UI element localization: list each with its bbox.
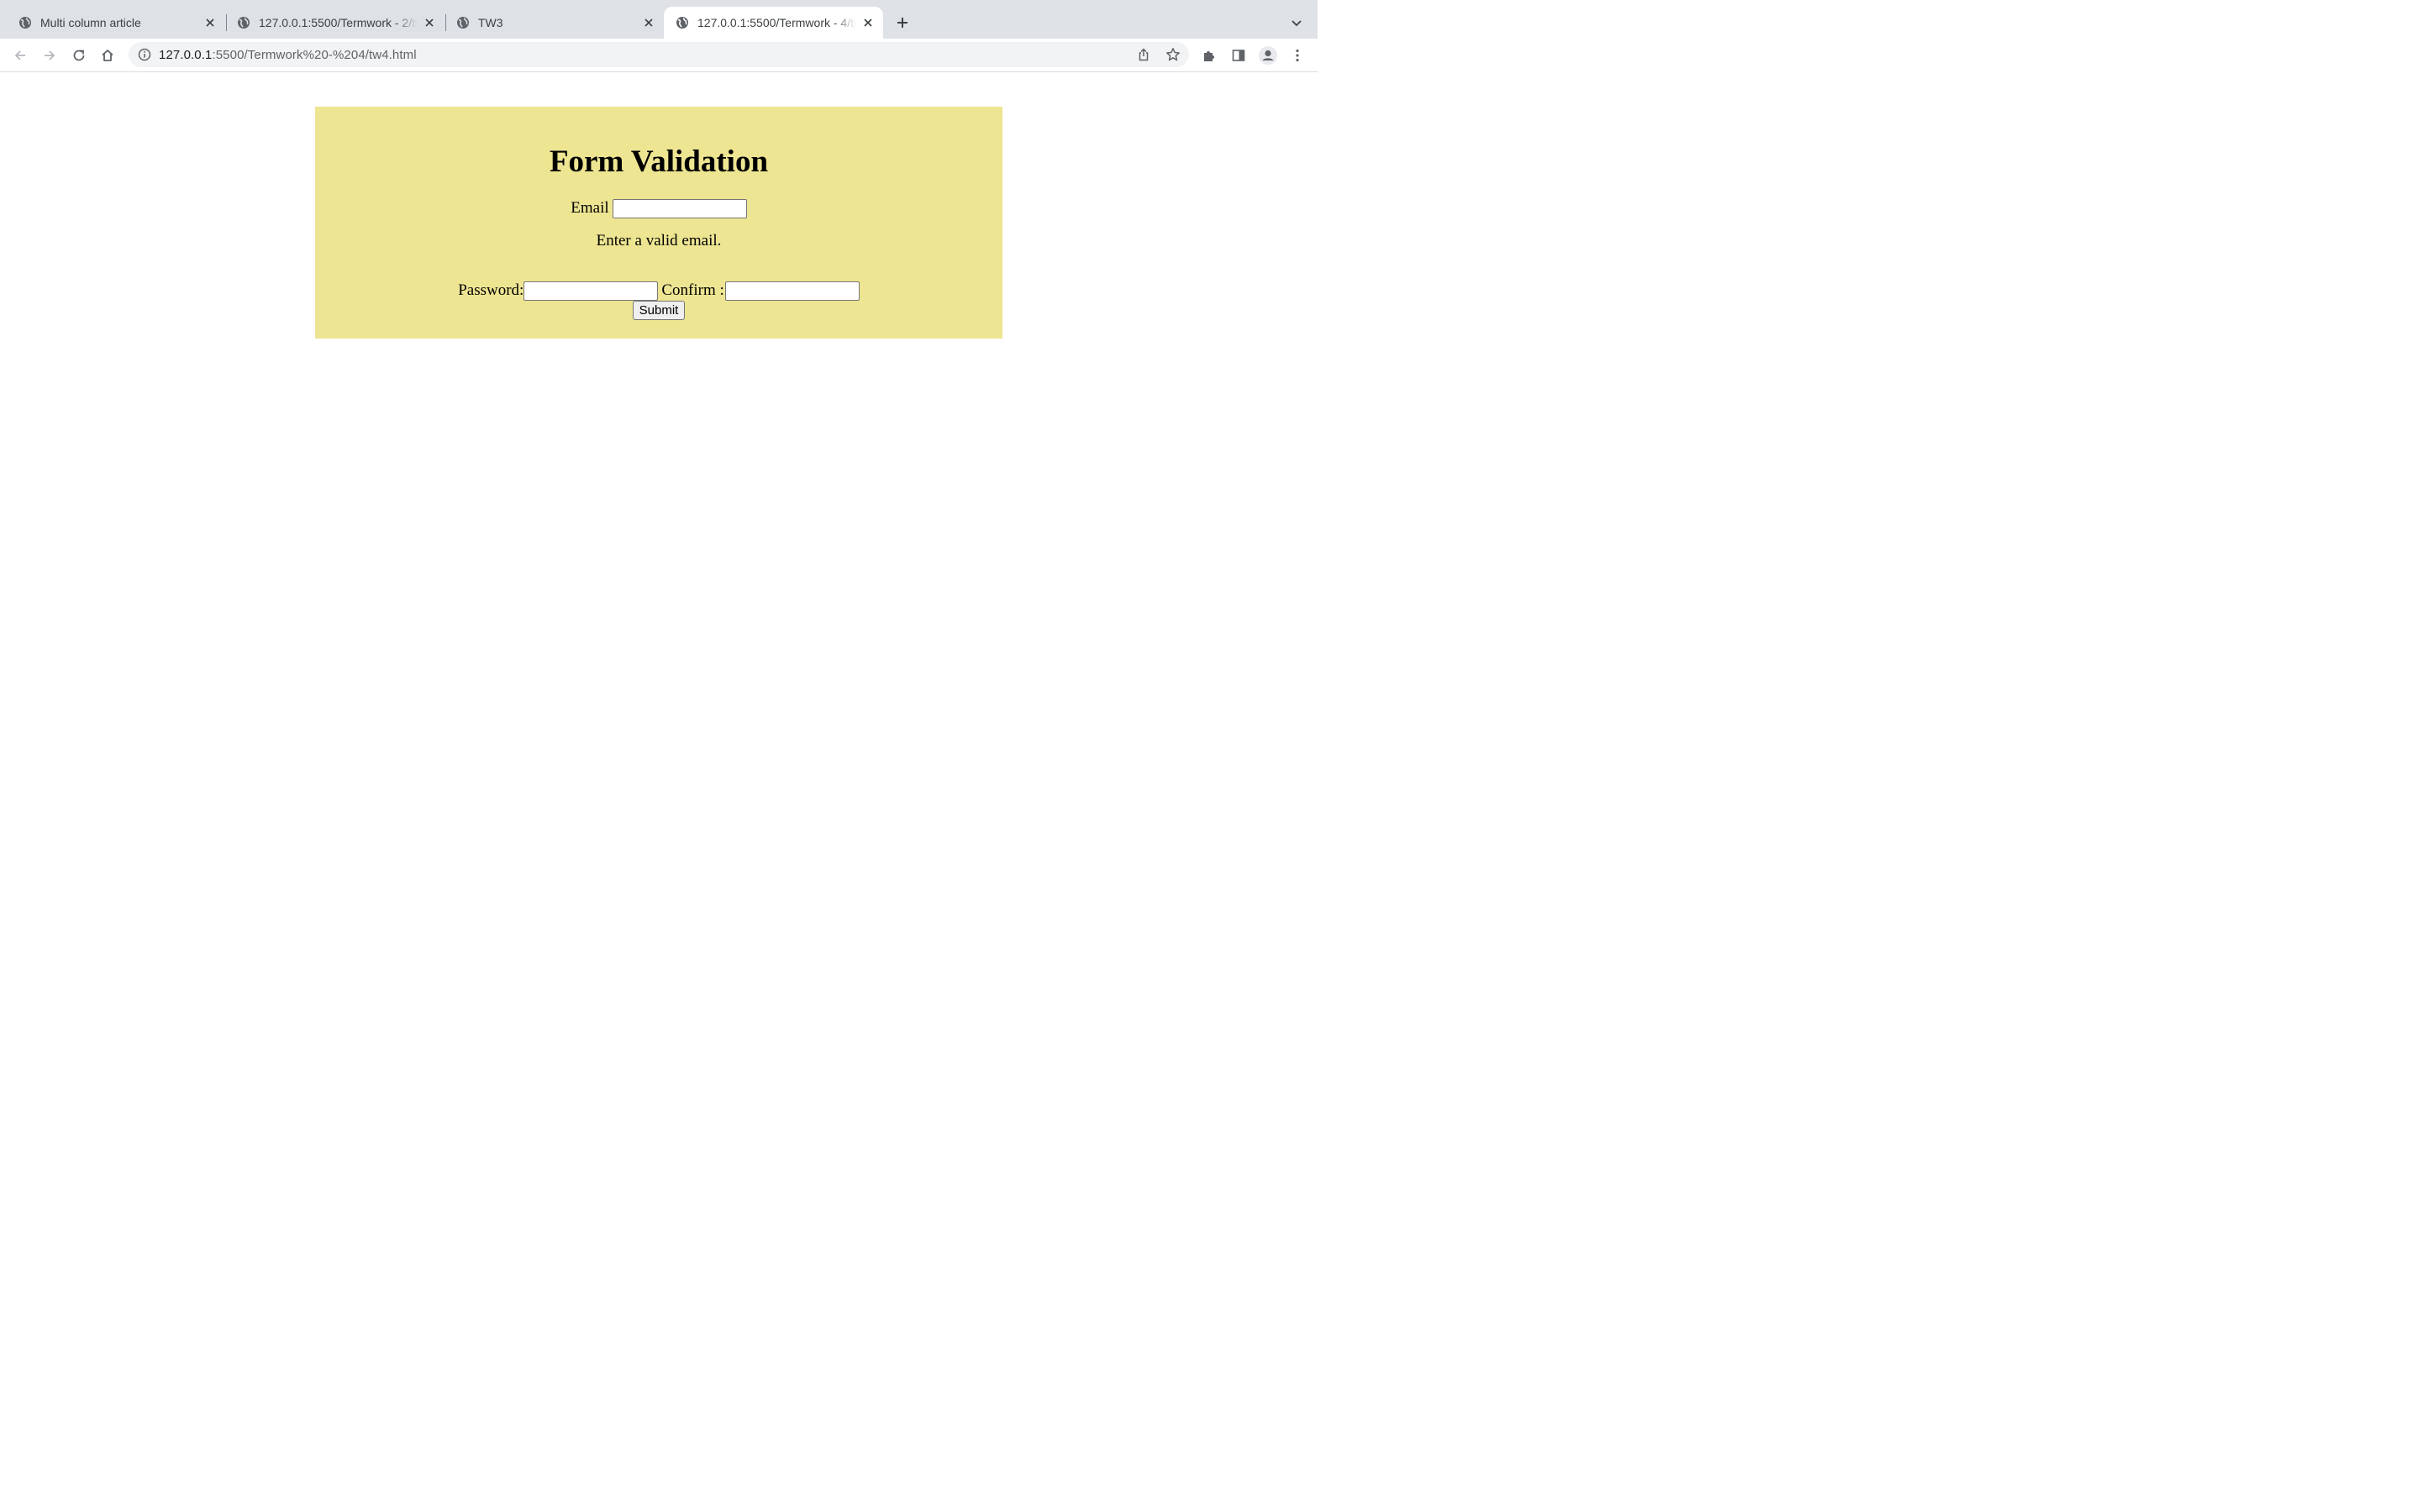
- globe-icon: [237, 16, 250, 29]
- password-label: Password:: [458, 281, 524, 299]
- email-label: Email: [571, 199, 609, 217]
- share-icon: [1139, 48, 1149, 61]
- close-icon[interactable]: [861, 16, 875, 29]
- page-viewport: Form Validation Email Enter a valid emai…: [0, 72, 1318, 823]
- tab-termwork-4[interactable]: 127.0.0.1:5500/Termwork - 4/tw4.html: [664, 7, 883, 39]
- tab-title: TW3: [478, 16, 503, 29]
- email-validation-message-row: Enter a valid email.: [315, 231, 1002, 251]
- forward-arrow-icon: [45, 50, 55, 60]
- reload-button[interactable]: [68, 45, 90, 66]
- url-host: 127.0.0.1: [159, 47, 213, 62]
- submit-row: Submit: [315, 300, 1002, 320]
- page-title: Form Validation: [549, 144, 769, 179]
- avatar-icon: [1259, 46, 1277, 65]
- tab-title: 127.0.0.1:5500/Termwork - 2/tw2.html: [259, 16, 418, 29]
- url-path: :5500/Termwork%20-%204/tw4.html: [212, 47, 417, 62]
- email-field[interactable]: [612, 198, 747, 218]
- tab-termwork-2[interactable]: 127.0.0.1:5500/Termwork - 2/tw2.html: [227, 7, 445, 39]
- side-panel-button[interactable]: [1228, 45, 1249, 66]
- back-arrow-icon: [14, 50, 25, 60]
- confirm-password-field[interactable]: [724, 281, 860, 301]
- reload-icon: [73, 50, 85, 61]
- password-field[interactable]: [523, 281, 659, 301]
- back-button[interactable]: [9, 45, 31, 66]
- tab-multi-column-article[interactable]: Multi column article: [0, 7, 225, 39]
- chevron-down-icon: [1292, 20, 1302, 27]
- globe-icon: [676, 16, 689, 29]
- extensions-button[interactable]: [1198, 45, 1220, 66]
- star-icon: [1166, 48, 1180, 61]
- password-row: Password: Confirm :: [315, 280, 1002, 302]
- menu-button[interactable]: [1286, 45, 1308, 66]
- submit-button[interactable]: Submit: [632, 300, 686, 320]
- kebab-menu-icon: [1296, 49, 1299, 62]
- new-tab-button[interactable]: [892, 13, 913, 33]
- home-icon: [102, 50, 113, 61]
- globe-icon: [456, 16, 470, 29]
- close-icon[interactable]: [423, 16, 436, 29]
- tab-strip: Multi column article 127.0.0.1:5500/Term…: [0, 0, 1318, 39]
- form-panel: Form Validation Email Enter a valid emai…: [315, 107, 1002, 339]
- profile-button[interactable]: [1257, 45, 1279, 66]
- close-icon[interactable]: [642, 16, 655, 29]
- puzzle-icon: [1204, 51, 1214, 61]
- side-panel-icon: [1232, 50, 1245, 61]
- tab-title: 127.0.0.1:5500/Termwork - 4/tw4.html: [697, 16, 856, 29]
- tab-tw3[interactable]: TW3: [446, 7, 664, 39]
- share-button[interactable]: [1133, 44, 1155, 66]
- forward-button[interactable]: [39, 45, 60, 66]
- globe-icon: [18, 16, 32, 29]
- home-button[interactable]: [97, 45, 118, 66]
- browser-toolbar: 127.0.0.1:5500/Termwork%20-%204/tw4.html: [0, 39, 1318, 72]
- close-icon[interactable]: [203, 16, 217, 29]
- email-validation-message: Enter a valid email.: [596, 232, 722, 249]
- plus-icon: [897, 18, 908, 28]
- tab-title: Multi column article: [40, 16, 141, 29]
- tab-search-button[interactable]: [1287, 13, 1306, 32]
- info-icon[interactable]: [137, 47, 152, 62]
- confirm-label: Confirm :: [661, 281, 724, 299]
- address-bar[interactable]: 127.0.0.1:5500/Termwork%20-%204/tw4.html: [129, 42, 1189, 67]
- bookmark-button[interactable]: [1162, 44, 1184, 66]
- email-row: Email: [315, 197, 1002, 219]
- url-text: 127.0.0.1:5500/Termwork%20-%204/tw4.html: [159, 48, 417, 62]
